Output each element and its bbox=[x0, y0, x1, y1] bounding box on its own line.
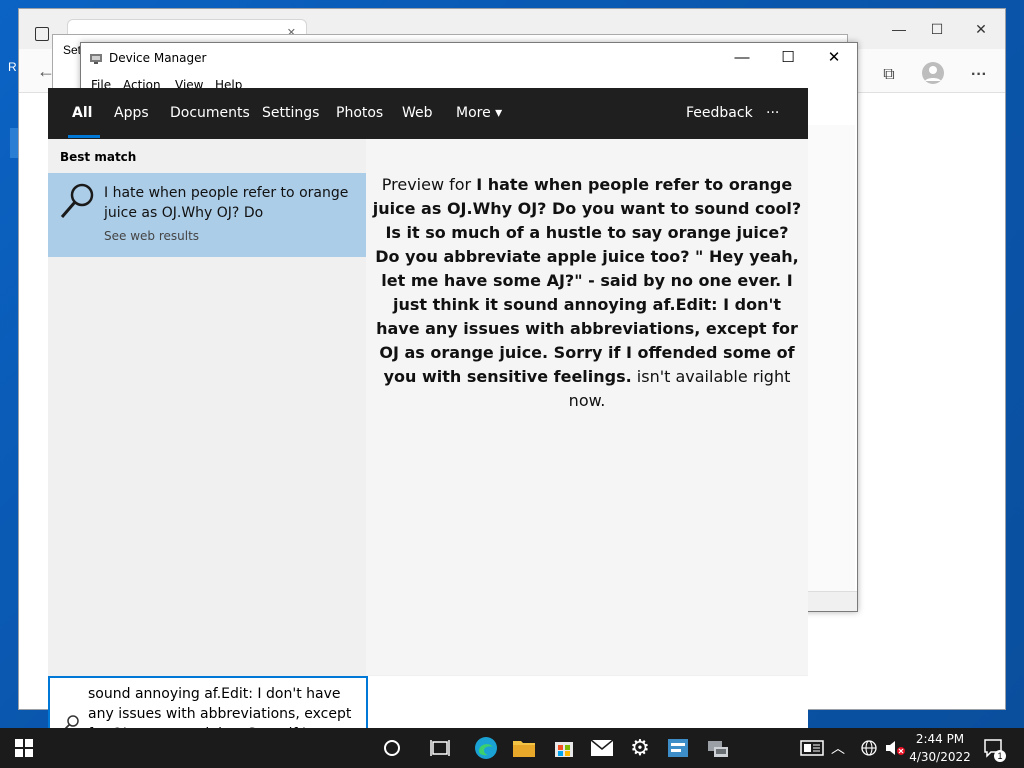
device-manager-icon bbox=[708, 741, 728, 757]
control-panel-icon bbox=[668, 739, 688, 757]
preview-pane: Preview for I hate when people refer to … bbox=[366, 139, 808, 675]
collections-icon[interactable]: ⧉ bbox=[875, 61, 903, 89]
tab-web[interactable]: Web bbox=[402, 105, 433, 121]
cortana-button[interactable] bbox=[370, 728, 414, 768]
tab-photos[interactable]: Photos bbox=[336, 105, 383, 121]
search-flyout: All Apps Documents Settings Photos Web M… bbox=[48, 88, 808, 728]
edge-close-icon[interactable]: ✕ bbox=[965, 17, 997, 41]
maximize-button[interactable]: ☐ bbox=[765, 43, 811, 73]
desktop-icon[interactable] bbox=[10, 128, 18, 158]
best-match-result[interactable]: I hate when people refer to orange juice… bbox=[48, 173, 366, 257]
active-tab-indicator bbox=[68, 135, 100, 138]
best-match-title: I hate when people refer to orange juice… bbox=[104, 185, 349, 221]
volume-muted-icon[interactable] bbox=[882, 728, 908, 768]
windows-logo-icon bbox=[15, 739, 33, 757]
taskbar: ⚙ ︿ 2:44 PM 4/30/2022 1 bbox=[0, 728, 1024, 768]
settings-title: Set bbox=[63, 43, 82, 57]
device-manager-title: Device Manager bbox=[109, 51, 207, 65]
preview-message: Preview for I hate when people refer to … bbox=[372, 173, 802, 413]
device-manager-icon bbox=[90, 54, 102, 64]
start-button[interactable] bbox=[2, 728, 46, 768]
task-view-icon bbox=[430, 740, 450, 756]
network-icon[interactable] bbox=[856, 728, 882, 768]
news-icon bbox=[800, 740, 824, 756]
notification-center-button[interactable]: 1 bbox=[976, 728, 1012, 768]
best-match-heading: Best match bbox=[60, 150, 137, 164]
device-manager-titlebar[interactable]: Device Manager — ☐ ✕ bbox=[81, 43, 857, 73]
tab-all[interactable]: All bbox=[72, 105, 92, 121]
tab-actions-icon[interactable] bbox=[35, 27, 49, 41]
chevron-down-icon: ▾ bbox=[495, 105, 503, 121]
edge-icon bbox=[475, 737, 497, 759]
folder-icon bbox=[513, 741, 535, 757]
tab-apps[interactable]: Apps bbox=[114, 105, 149, 121]
tab-more-label: More bbox=[456, 105, 491, 121]
search-scope-nav: All Apps Documents Settings Photos Web M… bbox=[48, 88, 808, 139]
edge-minimize-icon[interactable]: — bbox=[883, 17, 915, 41]
close-button[interactable]: ✕ bbox=[811, 43, 857, 73]
tab-more[interactable]: More ▾ bbox=[456, 105, 502, 121]
tab-documents[interactable]: Documents bbox=[170, 105, 250, 121]
best-match-subtitle: See web results bbox=[104, 229, 200, 243]
gear-icon: ⚙ bbox=[630, 735, 650, 760]
clock-time[interactable]: 2:44 PM bbox=[910, 732, 970, 746]
device-manager-taskbar-button[interactable] bbox=[696, 728, 740, 768]
search-icon bbox=[60, 183, 94, 218]
edge-maximize-icon[interactable]: ☐ bbox=[921, 17, 953, 41]
desktop-icon-label[interactable]: R bbox=[8, 60, 17, 74]
preview-prefix: Preview for bbox=[381, 175, 477, 194]
profile-avatar[interactable] bbox=[919, 61, 947, 89]
mail-icon bbox=[590, 739, 614, 756]
results-list: Best match I hate when people refer to o… bbox=[48, 139, 366, 728]
chevron-up-icon[interactable]: ︿ bbox=[826, 728, 850, 768]
task-view-button[interactable] bbox=[418, 728, 462, 768]
store-icon bbox=[555, 742, 573, 757]
cortana-icon bbox=[384, 740, 400, 756]
more-icon[interactable]: ··· bbox=[965, 61, 993, 89]
clock-date[interactable]: 4/30/2022 bbox=[908, 750, 972, 764]
device-tree-scrollbar[interactable] bbox=[805, 125, 855, 595]
search-box-extension bbox=[368, 676, 808, 728]
options-ellipsis-icon[interactable]: ··· bbox=[766, 105, 779, 121]
app-taskbar-button[interactable] bbox=[656, 728, 700, 768]
preview-query: I hate when people refer to orange juice… bbox=[372, 175, 802, 386]
file-explorer-button[interactable] bbox=[502, 728, 546, 768]
notification-badge: 1 bbox=[994, 750, 1006, 762]
tab-settings[interactable]: Settings bbox=[262, 105, 319, 121]
feedback-link[interactable]: Feedback bbox=[686, 105, 753, 121]
minimize-button[interactable]: — bbox=[719, 43, 765, 73]
